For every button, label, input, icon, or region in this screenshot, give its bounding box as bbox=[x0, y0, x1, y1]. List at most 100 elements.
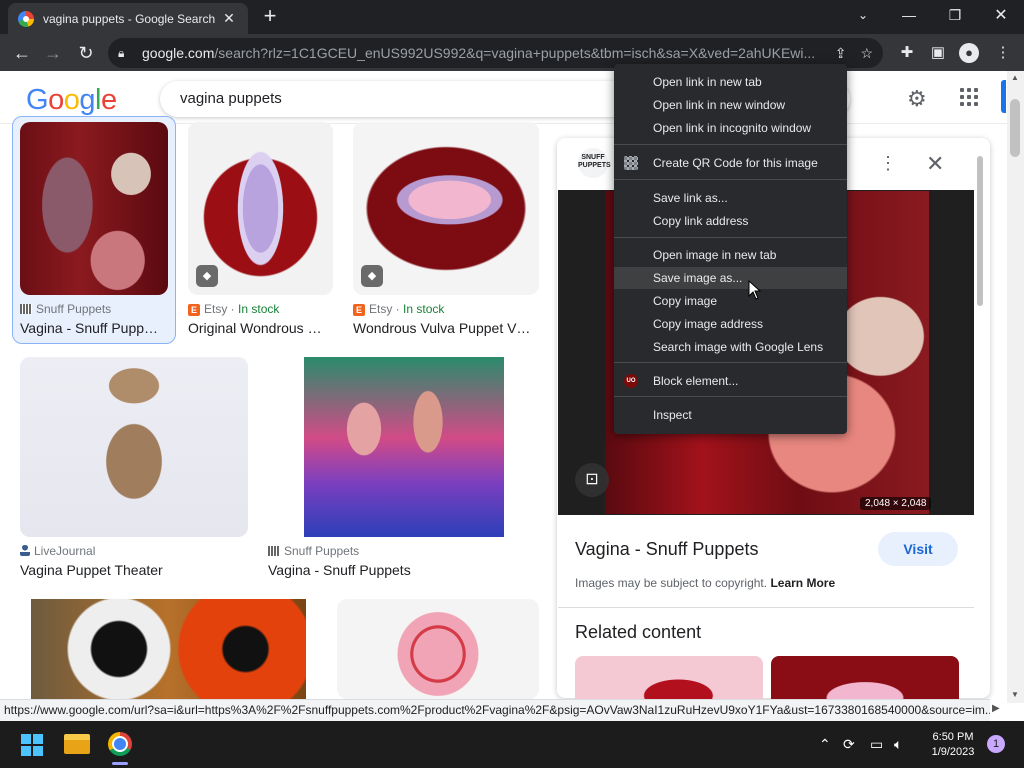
result-thumbnail[interactable] bbox=[20, 122, 168, 295]
result-thumbnail[interactable] bbox=[337, 599, 539, 699]
more-options-icon[interactable]: ⋮ bbox=[879, 153, 897, 174]
context-menu: Open link in new tab Open link in new wi… bbox=[614, 64, 847, 434]
back-arrow-icon[interactable]: ← bbox=[9, 40, 35, 66]
kebab-menu-icon[interactable]: ⋮ bbox=[992, 42, 1014, 64]
menu-separator bbox=[614, 144, 847, 145]
share-icon[interactable]: ⇪ bbox=[835, 45, 847, 62]
close-window-button[interactable]: ✕ bbox=[978, 0, 1024, 30]
menu-item-save-image-as[interactable]: Save image as... bbox=[614, 267, 847, 289]
menu-item-save-link-as[interactable]: Save link as... bbox=[614, 187, 847, 209]
menu-item-open-link-new-tab[interactable]: Open link in new tab bbox=[614, 71, 847, 93]
sync-network-icon[interactable]: ⟳ bbox=[843, 736, 855, 753]
result-source: LiveJournal bbox=[20, 544, 95, 558]
menu-item-open-link-new-window[interactable]: Open link in new window bbox=[614, 94, 847, 116]
etsy-favicon-icon: E bbox=[188, 304, 200, 316]
result-source: Snuff Puppets bbox=[268, 544, 359, 558]
restore-button[interactable]: ❐ bbox=[932, 0, 978, 30]
scroll-up-arrow-icon[interactable]: ▲ bbox=[1011, 73, 1019, 82]
scroll-down-arrow-icon[interactable]: ▼ bbox=[1011, 690, 1019, 699]
forward-arrow-icon[interactable]: → bbox=[40, 40, 66, 66]
logo-letter: e bbox=[100, 84, 117, 116]
notification-badge[interactable]: 1 bbox=[987, 735, 1005, 753]
page-scrollbar[interactable]: ▲ ▼ bbox=[1007, 71, 1024, 703]
tab-title: vagina puppets - Google Search bbox=[43, 11, 216, 26]
chrome-taskbar-icon[interactable] bbox=[108, 732, 132, 756]
result-source: E Etsy · In stock bbox=[188, 302, 279, 316]
related-thumbnail[interactable] bbox=[575, 656, 763, 700]
mouse-cursor-icon bbox=[748, 280, 762, 300]
menu-item-open-link-incognito[interactable]: Open link in incognito window bbox=[614, 117, 847, 139]
result-thumbnail[interactable] bbox=[20, 357, 248, 537]
menu-item-block-element[interactable]: UO Block element... bbox=[614, 370, 847, 392]
preview-title[interactable]: Vagina - Snuff Puppets bbox=[575, 539, 758, 560]
etsy-favicon-icon: E bbox=[353, 304, 365, 316]
logo-letter: g bbox=[79, 84, 95, 116]
livejournal-favicon-icon bbox=[20, 545, 30, 556]
qr-code-icon bbox=[624, 156, 638, 170]
google-lens-icon[interactable]: ⊡ bbox=[575, 463, 609, 497]
menu-item-open-image-new-tab[interactable]: Open image in new tab bbox=[614, 244, 847, 266]
link-status-bubble: https://www.google.com/url?sa=i&url=http… bbox=[0, 699, 990, 721]
related-content-heading: Related content bbox=[575, 622, 702, 642]
logo-letter: G bbox=[26, 84, 49, 116]
menu-item-create-qr-code[interactable]: Create QR Code for this image bbox=[614, 152, 847, 174]
menu-item-inspect[interactable]: Inspect bbox=[614, 404, 847, 426]
clock-time: 6:50 PM bbox=[932, 731, 974, 743]
browser-toolbar: ← → ↻ 🔒︎ google.com/search?rlz=1C1GCEU_e… bbox=[0, 34, 1024, 71]
display-monitor-icon[interactable]: ▭ bbox=[870, 736, 883, 753]
close-panel-icon[interactable]: ✕ bbox=[926, 151, 944, 177]
result-title[interactable]: Vagina Puppet Theater bbox=[20, 562, 248, 578]
result-title[interactable]: Original Wondrous … bbox=[188, 320, 333, 336]
google-apps-grid-icon[interactable] bbox=[960, 88, 978, 106]
menu-separator bbox=[614, 179, 847, 180]
menu-separator bbox=[614, 237, 847, 238]
result-thumbnail[interactable] bbox=[31, 599, 306, 699]
settings-gear-icon[interactable]: ⚙ bbox=[907, 86, 927, 112]
result-source: E Etsy · In stock bbox=[353, 302, 444, 316]
panel-scrollbar[interactable] bbox=[976, 150, 984, 690]
result-source: Snuff Puppets bbox=[20, 302, 111, 316]
menu-item-copy-image[interactable]: Copy image bbox=[614, 290, 847, 312]
divider bbox=[558, 607, 974, 608]
reload-icon[interactable]: ↻ bbox=[73, 40, 99, 66]
related-thumbnail[interactable] bbox=[771, 656, 959, 700]
result-title[interactable]: Vagina - Snuff Puppets bbox=[268, 562, 538, 578]
learn-more-link[interactable]: Learn More bbox=[770, 576, 835, 590]
scroll-right-arrow-icon[interactable]: ▶ bbox=[992, 703, 1000, 714]
result-title[interactable]: Wondrous Vulva Puppet V… bbox=[353, 320, 539, 336]
new-tab-button[interactable]: + bbox=[258, 5, 282, 27]
shopping-tag-icon: ◆ bbox=[196, 265, 218, 287]
url-text[interactable]: google.com/search?rlz=1C1GCEU_enUS992US9… bbox=[142, 45, 821, 61]
google-logo[interactable]: Google bbox=[26, 84, 117, 117]
menu-item-copy-link-address[interactable]: Copy link address bbox=[614, 210, 847, 232]
bookmark-star-icon[interactable]: ☆ bbox=[860, 45, 873, 62]
extensions-puzzle-icon[interactable]: ✚ bbox=[896, 42, 918, 64]
result-title[interactable]: Vagina - Snuff Pupp… bbox=[20, 320, 170, 336]
source-logo[interactable]: SNUFF PUPPETS bbox=[578, 148, 611, 178]
google-favicon-icon bbox=[18, 10, 34, 27]
menu-separator bbox=[614, 362, 847, 363]
show-hidden-icons-chevron-icon[interactable]: ⌃ bbox=[819, 736, 831, 753]
menu-item-search-google-lens[interactable]: Search image with Google Lens bbox=[614, 336, 847, 358]
clock-date: 1/9/2023 bbox=[931, 746, 975, 758]
search-query-text[interactable]: vagina puppets bbox=[180, 90, 282, 107]
file-explorer-icon[interactable] bbox=[64, 734, 90, 754]
menu-separator bbox=[614, 396, 847, 397]
tab-close-icon[interactable]: ✕ bbox=[220, 10, 238, 27]
browser-tab[interactable]: vagina puppets - Google Search ✕ bbox=[8, 3, 248, 34]
side-panel-icon[interactable]: ▣ bbox=[927, 42, 949, 64]
visit-button[interactable]: Visit bbox=[878, 532, 958, 566]
tab-search-chevron-icon[interactable]: ⌄ bbox=[840, 0, 886, 30]
sign-in-button-edge[interactable] bbox=[1001, 80, 1006, 113]
minimize-button[interactable]: — bbox=[886, 0, 932, 30]
lock-icon[interactable]: 🔒︎ bbox=[118, 46, 132, 61]
menu-item-copy-image-address[interactable]: Copy image address bbox=[614, 313, 847, 335]
shopping-tag-icon: ◆ bbox=[361, 265, 383, 287]
system-clock[interactable]: 6:50 PM 1/9/2023 bbox=[920, 730, 986, 760]
volume-speaker-icon[interactable]: 🔈︎ bbox=[894, 736, 902, 753]
result-thumbnail[interactable] bbox=[304, 357, 504, 537]
ublock-origin-icon: UO bbox=[624, 374, 638, 388]
windows-start-icon[interactable] bbox=[21, 734, 43, 756]
profile-avatar-icon[interactable]: ● bbox=[958, 42, 980, 64]
scrollbar-thumb[interactable] bbox=[1010, 99, 1020, 157]
